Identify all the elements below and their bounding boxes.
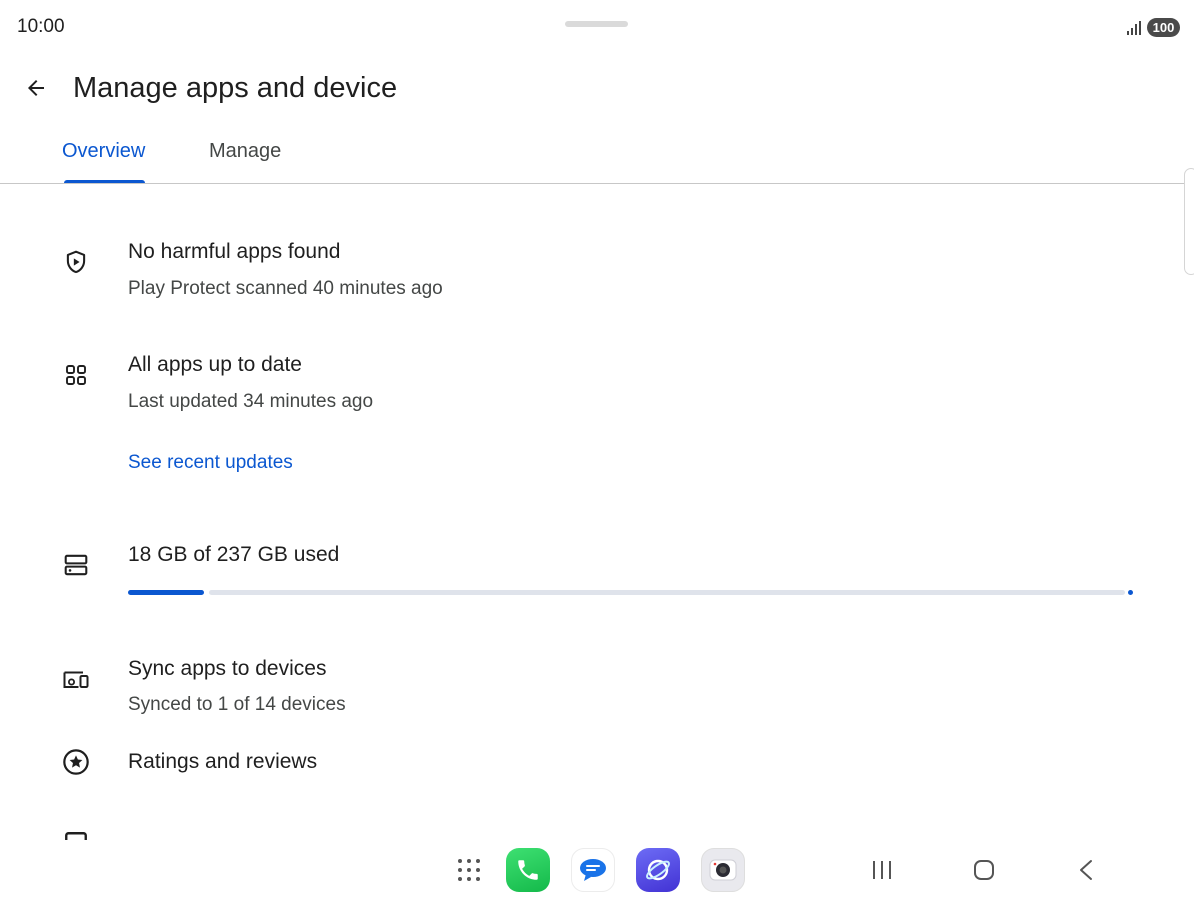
home-icon [974,860,994,880]
status-time: 10:00 [17,16,65,37]
sync-subtitle: Synced to 1 of 14 devices [128,694,346,715]
drag-handle[interactable] [565,21,628,27]
app-bar: Manage apps and device [0,52,1194,124]
ratings-title: Ratings and reviews [128,750,318,773]
storage-progress-bar [128,590,1133,595]
shield-play-icon [62,248,90,276]
navigation-bar [0,840,1194,901]
tab-manage[interactable]: Manage [209,140,281,163]
apps-grid-icon[interactable] [447,848,491,892]
devices-icon [62,665,90,693]
overview-content: No harmful apps found Play Protect scann… [0,185,1194,840]
apps-grid-icon [62,361,90,389]
internet-app-icon[interactable] [636,848,680,892]
arrow-back-icon [28,80,44,96]
play-protect-title: No harmful apps found [128,240,341,263]
page-title: Manage apps and device [73,72,398,104]
star-circle-icon [62,748,90,776]
account-icon [62,830,90,840]
status-bar: 10:00 100 [0,0,1194,52]
updates-title: All apps up to date [128,353,302,376]
phone-app-icon[interactable] [506,848,550,892]
tab-indicator [64,180,145,183]
home-button[interactable] [962,850,1006,890]
recents-icon [873,861,891,879]
nav-back-button[interactable] [1064,850,1108,890]
messages-app-icon[interactable] [571,848,615,892]
battery-badge: 100 [1147,18,1180,37]
signal-icon [1127,21,1141,35]
back-button[interactable] [16,68,56,108]
storage-title: 18 GB of 237 GB used [128,543,340,566]
back-icon [1080,860,1092,880]
updates-subtitle: Last updated 34 minutes ago [128,391,374,412]
storage-end-dot [1128,590,1133,595]
sync-title: Sync apps to devices [128,657,327,680]
storage-free-track [209,590,1125,595]
tab-bar: Overview Manage [0,124,1194,184]
storage-used-fill [128,590,204,595]
storage-icon [62,551,90,579]
camera-app-icon[interactable] [701,848,745,892]
tab-overview[interactable]: Overview [62,140,145,163]
see-recent-updates-link[interactable]: See recent updates [128,452,293,474]
play-protect-subtitle: Play Protect scanned 40 minutes ago [128,278,443,299]
recents-button[interactable] [860,850,904,890]
